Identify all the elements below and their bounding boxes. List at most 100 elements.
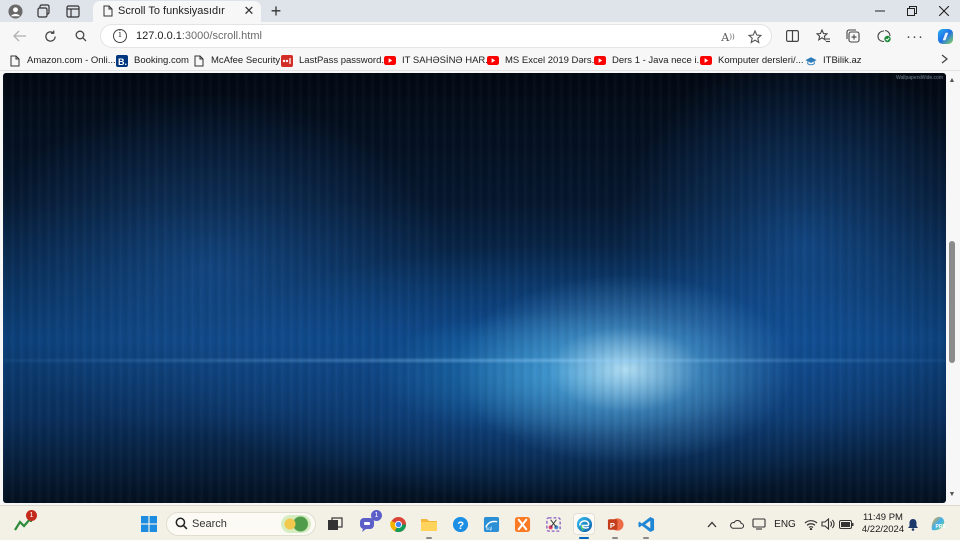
address-path: :3000/scroll.html (181, 30, 262, 42)
bookmark-booking[interactable]: B. Booking.com (116, 53, 189, 68)
page-icon (103, 5, 113, 20)
workspaces-icon[interactable] (34, 2, 54, 20)
vertical-scrollbar[interactable]: ▲ ▼ (946, 73, 958, 503)
onedrive-cloud-icon[interactable] (727, 514, 745, 534)
address-bar[interactable]: i 127.0.0.1:3000/scroll.html A)) (100, 24, 772, 48)
powerpoint-icon[interactable]: P (604, 513, 626, 539)
svg-text:sql: sql (485, 526, 491, 532)
browser-toolbar: i 127.0.0.1:3000/scroll.html A)) ··· (0, 22, 960, 50)
tab-active[interactable]: Scroll To funksiyasıdır ✕ (93, 1, 261, 23)
read-aloud-icon[interactable]: A)) (719, 28, 737, 46)
youtube-icon (487, 55, 499, 67)
tab-close-icon[interactable]: ✕ (241, 3, 257, 19)
running-indicator (643, 537, 649, 539)
scroll-up-arrow-icon[interactable]: ▲ (948, 77, 956, 85)
scroll-down-arrow-icon[interactable]: ▼ (948, 491, 956, 499)
bookmark-komputer[interactable]: Komputer dersleri/... (700, 53, 804, 68)
site-info-icon[interactable]: i (113, 29, 127, 43)
horizon-glow (3, 359, 946, 362)
get-help-icon[interactable]: ? (449, 513, 471, 535)
copilot-icon[interactable] (934, 26, 956, 46)
clock-date: 4/22/2024 (861, 524, 905, 535)
bookmark-label: McAfee Security (211, 55, 281, 66)
taskbar-search-box[interactable]: Search (166, 512, 316, 536)
address-url[interactable]: 127.0.0.1:3000/scroll.html (136, 30, 262, 42)
bookmark-it-sahesine[interactable]: IT SAHƏSİNƏ HAR... (384, 53, 493, 68)
snipping-tool-icon[interactable] (542, 513, 564, 535)
booking-icon: B. (116, 54, 128, 67)
tab-title: Scroll To funksiyasıdır (118, 5, 225, 17)
bookmark-label: LastPass password... (299, 55, 390, 66)
bookmark-itbilik[interactable]: ITBilik.az (805, 53, 862, 68)
copilot-taskbar-icon[interactable]: PRE (927, 513, 949, 535)
running-indicator (426, 537, 432, 539)
youtube-icon (594, 55, 606, 67)
lastpass-icon (281, 54, 293, 67)
wifi-icon[interactable] (803, 514, 819, 534)
display-icon[interactable] (750, 514, 768, 534)
mysql-workbench-icon[interactable]: sql (480, 513, 502, 535)
collections-icon[interactable] (842, 26, 864, 46)
system-clock[interactable]: 11:49 PM 4/22/2024 (857, 512, 909, 536)
favorite-star-icon[interactable] (746, 28, 764, 46)
browser-essentials-icon[interactable] (873, 26, 895, 46)
search-label: Search (192, 518, 227, 530)
chrome-icon[interactable] (387, 513, 409, 535)
bookmarks-bar: Amazon.com - Onli... B. Booking.com McAf… (0, 50, 960, 71)
svg-text:?: ? (457, 519, 464, 531)
svg-text:PRE: PRE (936, 524, 947, 530)
language-indicator[interactable]: ENG (772, 514, 798, 534)
address-host: 127.0.0.1 (136, 30, 182, 42)
favorites-icon[interactable] (812, 26, 834, 46)
bookmark-ms-excel[interactable]: MS Excel 2019 Dərs... (487, 53, 600, 68)
search-highlight-image (281, 515, 311, 533)
minimize-button[interactable] (864, 0, 896, 22)
notification-bell-icon[interactable] (905, 514, 921, 534)
page-icon (9, 55, 21, 67)
restore-button[interactable] (896, 0, 928, 22)
teams-chat-icon[interactable]: 1 (357, 510, 382, 535)
bookmark-label: Ders 1 - Java nece i... (612, 55, 705, 66)
svg-text:B.: B. (118, 57, 127, 67)
tab-strip: Scroll To funksiyasıdır ✕ + (0, 0, 960, 23)
bookmark-amazon[interactable]: Amazon.com - Onli... (9, 53, 116, 68)
bookmark-mcafee[interactable]: McAfee Security (193, 53, 280, 68)
close-window-button[interactable] (928, 0, 960, 22)
battery-icon[interactable] (838, 514, 854, 534)
browser-viewport: WallpapersWide.com ▲ ▼ (0, 71, 960, 505)
scrollbar-thumb[interactable] (949, 241, 955, 364)
youtube-icon (384, 55, 396, 67)
wallpaper-watermark: WallpapersWide.com (895, 75, 943, 81)
settings-more-icon[interactable]: ··· (904, 26, 926, 46)
edge-icon[interactable] (573, 513, 595, 539)
bookmark-label: Booking.com (134, 55, 189, 66)
weather-widget-icon[interactable]: 1 (12, 510, 37, 535)
show-hidden-icons-chevron-icon[interactable] (705, 514, 719, 534)
bookmarks-overflow-chevron-icon[interactable] (941, 53, 949, 67)
running-indicator (612, 537, 618, 539)
new-tab-button[interactable]: + (267, 1, 285, 21)
refresh-button[interactable] (39, 26, 61, 46)
vscode-icon[interactable] (635, 513, 657, 539)
bookmark-label: ITBilik.az (823, 55, 862, 66)
search-icon[interactable] (70, 26, 92, 46)
bookmark-label: MS Excel 2019 Dərs... (505, 55, 600, 66)
profile-icon[interactable] (5, 2, 25, 20)
bookmark-label: Amazon.com - Onli... (27, 55, 116, 66)
volume-icon[interactable] (820, 514, 836, 534)
bookmark-lastpass[interactable]: LastPass password... (281, 53, 389, 68)
svg-text:P: P (609, 520, 614, 529)
clock-time: 11:49 PM (863, 512, 903, 523)
split-screen-icon[interactable] (781, 26, 803, 46)
task-view-icon[interactable] (324, 513, 346, 535)
bookmark-label: IT SAHƏSİNƏ HAR... (402, 55, 494, 66)
weather-badge: 1 (26, 510, 37, 521)
page-background-image: WallpapersWide.com (3, 73, 946, 503)
xampp-icon[interactable] (511, 513, 533, 535)
tab-actions-icon[interactable] (63, 2, 83, 20)
start-windows-icon[interactable] (138, 513, 160, 535)
file-explorer-icon[interactable] (418, 513, 440, 539)
running-indicator (579, 537, 589, 539)
bookmark-java[interactable]: Ders 1 - Java nece i... (594, 53, 704, 68)
back-button[interactable] (9, 26, 31, 46)
